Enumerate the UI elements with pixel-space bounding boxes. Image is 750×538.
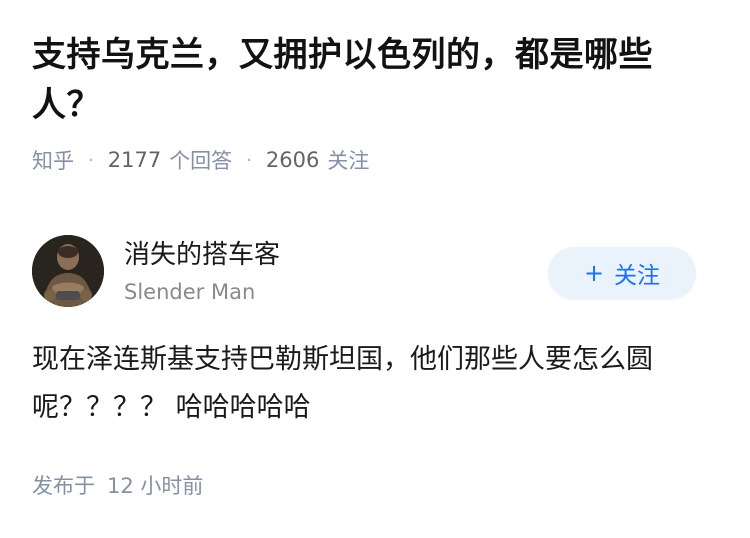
answer-count-label: 个回答 [169,149,233,173]
follower-count-label: 关注 [327,149,370,173]
answer-content[interactable]: 现在泽连斯基支持巴勒斯坦国，他们那些人要怎么圆呢？？？？ 哈哈哈哈哈 [32,336,712,432]
meta-separator: · [246,149,252,171]
question-meta: 知乎 · 2177 个回答 · 2606 关注 [32,143,369,177]
published-label: 发布于 [32,474,95,498]
follow-button[interactable]: + 关注 [548,247,696,299]
published-time-value: 12 小时前 [107,474,204,498]
publish-time: 发布于 12 小时前 [32,470,203,502]
source-label: 知乎 [32,149,74,173]
avatar-photo-icon [32,235,104,307]
meta-separator: · [88,149,94,171]
author-bio: Slender Man [124,280,256,304]
answer-count: 2177 [107,148,162,172]
question-title[interactable]: 支持乌克兰，又拥护以色列的，都是哪些人？ [32,30,712,130]
follow-label: 关注 [614,263,661,289]
author-info: 消失的搭车客 Slender Man + 关注 [32,235,702,309]
follower-count: 2606 [265,148,320,172]
avatar[interactable] [32,235,104,307]
plus-icon: + [583,259,605,287]
author-name[interactable]: 消失的搭车客 [124,237,280,273]
